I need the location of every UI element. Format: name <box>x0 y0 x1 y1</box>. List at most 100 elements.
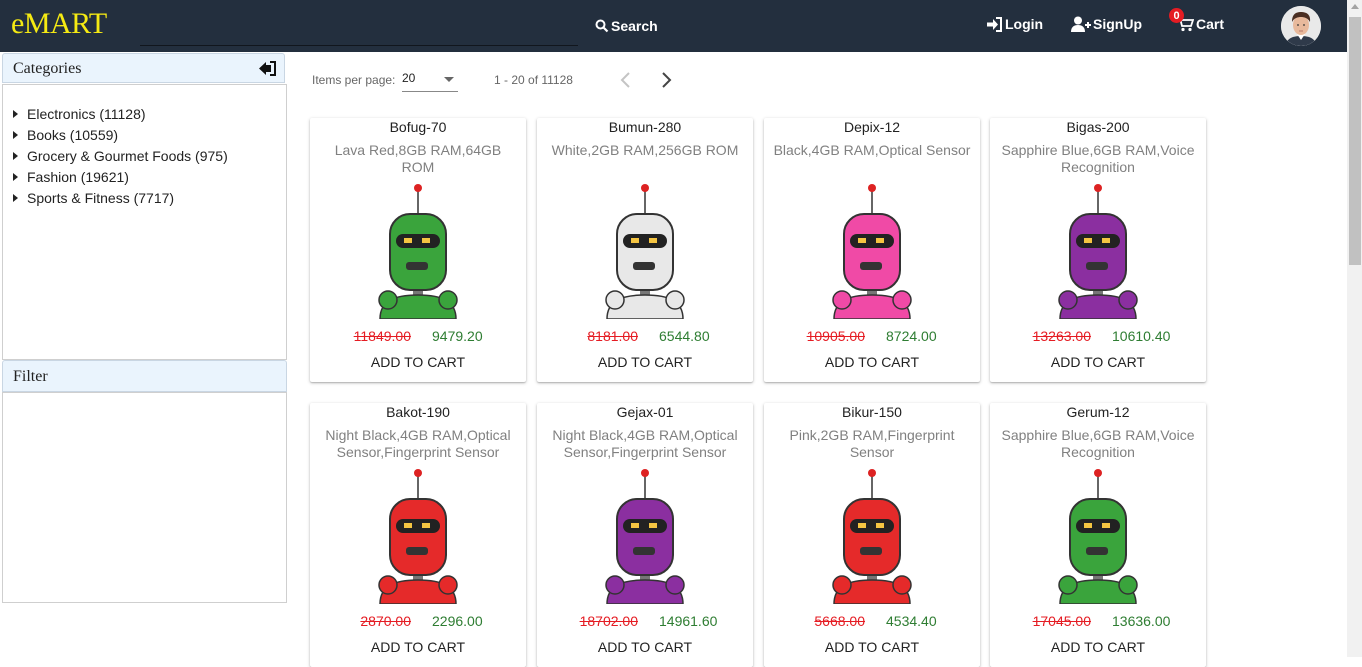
product-name[interactable]: Bofug-70 <box>310 119 526 135</box>
signup-label: SignUp <box>1093 16 1142 32</box>
expand-triangle-icon[interactable] <box>13 131 18 139</box>
original-price: 8181.00 <box>587 328 638 344</box>
category-fashion[interactable]: Fashion (19621) <box>13 169 129 185</box>
page-range-label: 1 - 20 of 11128 <box>494 73 573 87</box>
product-image[interactable] <box>585 176 705 319</box>
original-price: 13263.00 <box>1032 328 1091 344</box>
product-card[interactable]: Bofug-70 Lava Red,8GB RAM,64GB ROM 11849.0… <box>310 118 526 382</box>
category-electronics[interactable]: Electronics (11128) <box>13 106 146 122</box>
add-to-cart-button[interactable]: ADD TO CART <box>990 639 1206 655</box>
add-user-icon <box>1071 16 1091 32</box>
search-input-underline[interactable] <box>140 45 578 46</box>
categories-title: Categories <box>13 60 82 77</box>
expand-triangle-icon[interactable] <box>13 173 18 181</box>
product-name[interactable]: Bumun-280 <box>537 119 753 135</box>
logo[interactable]: eMART <box>11 7 107 41</box>
search-icon <box>595 19 609 33</box>
product-name[interactable]: Bigas-200 <box>990 119 1206 135</box>
avatar[interactable] <box>1281 6 1321 46</box>
product-description: White,2GB RAM,256GB ROM <box>551 142 739 158</box>
categories-panel-header: Categories <box>2 53 285 83</box>
scrollbar-thumb[interactable] <box>1349 17 1361 265</box>
add-to-cart-button[interactable]: ADD TO CART <box>537 354 753 370</box>
chevron-right-icon <box>662 72 672 88</box>
product-description: Night Black,4GB RAM,Optical Sensor,Finge… <box>552 427 738 460</box>
product-image[interactable] <box>812 176 932 319</box>
next-page-button[interactable] <box>656 70 676 90</box>
discounted-price: 2296.00 <box>432 613 483 629</box>
collapse-sidebar-button[interactable] <box>258 61 276 81</box>
filter-title: Filter <box>13 368 48 385</box>
product-description: Night Black,4GB RAM,Optical Sensor,Finge… <box>325 427 511 460</box>
product-description: Pink,2GB RAM,Fingerprint Sensor <box>789 427 955 460</box>
discounted-price: 10610.40 <box>1112 328 1171 344</box>
top-navbar: eMART Search Login SignUp 0 Cart <box>0 0 1347 52</box>
cart-label: Cart <box>1196 16 1225 32</box>
product-name[interactable]: Depix-12 <box>764 119 980 135</box>
category-sports[interactable]: Sports & Fitness (7717) <box>13 190 174 206</box>
original-price: 2870.00 <box>360 613 411 629</box>
product-image[interactable] <box>358 176 478 319</box>
product-description: Sapphire Blue,6GB RAM,Voice Recognition <box>1001 142 1195 175</box>
expand-triangle-icon[interactable] <box>13 194 18 202</box>
cart-button[interactable]: 0 Cart <box>1169 8 1225 32</box>
original-price: 5668.00 <box>814 613 865 629</box>
add-to-cart-button[interactable]: ADD TO CART <box>537 639 753 655</box>
original-price: 11849.00 <box>353 328 411 344</box>
add-to-cart-button[interactable]: ADD TO CART <box>764 354 980 370</box>
category-label: Books (10559) <box>27 127 119 143</box>
product-card[interactable]: Bigas-200 Sapphire Blue,6GB RAM,Voice Rec… <box>990 118 1206 382</box>
chevron-left-icon <box>620 72 630 88</box>
discounted-price: 14961.60 <box>659 613 718 629</box>
scroll-up-arrow-icon[interactable] <box>1351 4 1359 9</box>
category-label: Grocery & Gourmet Foods (975) <box>27 148 228 164</box>
previous-page-button[interactable] <box>616 70 636 90</box>
category-label: Fashion (19621) <box>27 169 129 185</box>
category-books[interactable]: Books (10559) <box>13 127 118 143</box>
product-image[interactable] <box>358 461 478 604</box>
sign-out-icon <box>259 61 276 76</box>
product-name[interactable]: Gerum-12 <box>990 404 1206 420</box>
product-name[interactable]: Bakot-190 <box>310 404 526 420</box>
login-label: Login <box>1005 16 1044 32</box>
filter-panel <box>2 392 287 603</box>
product-card[interactable]: Bumun-280 White,2GB RAM,256GB ROM 8181.00 6… <box>537 118 753 382</box>
category-label: Electronics (11128) <box>27 106 146 122</box>
discounted-price: 9479.20 <box>432 328 483 344</box>
expand-triangle-icon[interactable] <box>13 110 18 118</box>
product-name[interactable]: Bikur-150 <box>764 404 980 420</box>
category-grocery[interactable]: Grocery & Gourmet Foods (975) <box>13 148 228 164</box>
product-card[interactable]: Bikur-150 Pink,2GB RAM,Fingerprint Sensor… <box>764 403 980 667</box>
add-to-cart-button[interactable]: ADD TO CART <box>764 639 980 655</box>
login-icon <box>987 16 1002 32</box>
add-to-cart-button[interactable]: ADD TO CART <box>310 639 526 655</box>
product-card[interactable]: Gerum-12 Sapphire Blue,6GB RAM,Voice Reco… <box>990 403 1206 667</box>
items-per-page-label: Items per page: <box>312 73 396 87</box>
product-card[interactable]: Depix-12 Black,4GB RAM,Optical Sensor 1090… <box>764 118 980 382</box>
product-image[interactable] <box>585 461 705 604</box>
product-description: Black,4GB RAM,Optical Sensor <box>773 142 971 158</box>
product-name[interactable]: Gejax-01 <box>537 404 753 420</box>
signup-button[interactable]: SignUp <box>1071 16 1142 32</box>
product-card[interactable]: Gejax-01 Night Black,4GB RAM,Optical Sens… <box>537 403 753 667</box>
product-card[interactable]: Bakot-190 Night Black,4GB RAM,Optical Sen… <box>310 403 526 667</box>
product-image[interactable] <box>1038 176 1158 319</box>
category-label: Sports & Fitness (7717) <box>27 190 175 206</box>
items-per-page-select[interactable]: 20 <box>402 71 458 92</box>
discounted-price: 13636.00 <box>1112 613 1171 629</box>
original-price: 17045.00 <box>1032 613 1091 629</box>
original-price: 10905.00 <box>806 328 865 344</box>
product-image[interactable] <box>812 461 932 604</box>
add-to-cart-button[interactable]: ADD TO CART <box>310 354 526 370</box>
discounted-price: 4534.40 <box>886 613 937 629</box>
discounted-price: 6544.80 <box>659 328 710 344</box>
search-button[interactable]: Search <box>595 18 658 34</box>
product-image[interactable] <box>1038 461 1158 604</box>
search-label: Search <box>611 18 658 34</box>
filter-panel-header: Filter <box>2 360 287 392</box>
discounted-price: 8724.00 <box>886 328 937 344</box>
expand-triangle-icon[interactable] <box>13 152 18 160</box>
chevron-down-icon <box>444 77 454 82</box>
login-button[interactable]: Login <box>986 16 1043 32</box>
add-to-cart-button[interactable]: ADD TO CART <box>990 354 1206 370</box>
